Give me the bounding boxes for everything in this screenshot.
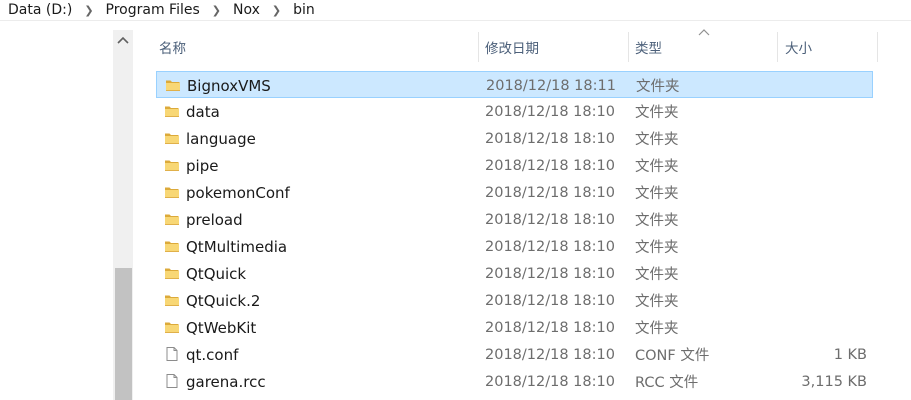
file-date-modified: 2018/12/18 18:10 xyxy=(485,292,615,309)
chevron-up-icon xyxy=(117,36,129,44)
folder-icon xyxy=(164,130,180,146)
file-name: QtWebKit xyxy=(186,318,257,337)
file-date-modified: 2018/12/18 18:10 xyxy=(485,373,615,390)
file-type: 文件夹 xyxy=(635,321,679,337)
column-header-date[interactable]: 修改日期 xyxy=(485,30,539,64)
folder-icon xyxy=(164,157,180,173)
file-list-row[interactable]: language 2018/12/18 18:10 文件夹 xyxy=(156,125,873,152)
breadcrumb-divider xyxy=(0,20,911,21)
file-date-modified: 2018/12/18 18:11 xyxy=(486,77,616,94)
file-type: 文件夹 xyxy=(635,186,679,202)
file-name: QtQuick.2 xyxy=(186,291,261,310)
chevron-right-icon[interactable]: ❯ xyxy=(272,4,281,17)
column-divider[interactable] xyxy=(478,32,479,62)
file-date-modified: 2018/12/18 18:10 xyxy=(485,265,615,282)
column-divider[interactable] xyxy=(877,32,878,62)
file-list-row[interactable]: BignoxVMS 2018/12/18 18:11 文件夹 xyxy=(156,71,873,98)
file-date-modified: 2018/12/18 18:10 xyxy=(485,211,615,228)
file-list-row[interactable]: data 2018/12/18 18:10 文件夹 xyxy=(156,98,873,125)
breadcrumb-item-program-files[interactable]: Program Files xyxy=(106,2,200,18)
file-type: 文件夹 xyxy=(636,79,680,95)
file-type: CONF 文件 xyxy=(635,348,710,364)
sort-ascending-icon xyxy=(698,29,710,36)
file-size: 3,115 KB xyxy=(801,373,867,390)
file-type: 文件夹 xyxy=(635,294,679,310)
file-date-modified: 2018/12/18 18:10 xyxy=(485,184,615,201)
file-date-modified: 2018/12/18 18:10 xyxy=(485,103,615,120)
scroll-thumb[interactable] xyxy=(115,268,132,400)
file-name: QtQuick xyxy=(186,264,247,283)
chevron-right-icon[interactable]: ❯ xyxy=(212,4,221,17)
column-header-name[interactable]: 名称 xyxy=(159,30,186,64)
file-list-row[interactable]: garena.rcc 2018/12/18 18:10 RCC 文件 3,115 KB xyxy=(156,368,873,395)
file-list-row[interactable]: QtQuick 2018/12/18 18:10 文件夹 xyxy=(156,260,873,287)
folder-icon xyxy=(165,77,181,93)
file-type: 文件夹 xyxy=(635,240,679,256)
column-divider[interactable] xyxy=(628,32,629,62)
vertical-scrollbar[interactable] xyxy=(113,30,133,400)
file-type: 文件夹 xyxy=(635,213,679,229)
folder-icon xyxy=(164,319,180,335)
file-date-modified: 2018/12/18 18:10 xyxy=(485,238,615,255)
column-header-size[interactable]: 大小 xyxy=(785,30,812,64)
file-type: RCC 文件 xyxy=(635,375,699,391)
column-header-row: 名称 修改日期 类型 大小 xyxy=(150,29,878,64)
folder-icon xyxy=(164,211,180,227)
file-list-row[interactable]: pokemonConf 2018/12/18 18:10 文件夹 xyxy=(156,179,873,206)
file-date-modified: 2018/12/18 18:10 xyxy=(485,319,615,336)
file-name: preload xyxy=(186,210,243,229)
file-date-modified: 2018/12/18 18:10 xyxy=(485,157,615,174)
file-name: BignoxVMS xyxy=(187,76,271,95)
folder-icon xyxy=(164,184,180,200)
file-icon xyxy=(164,373,180,389)
file-list-row[interactable]: pipe 2018/12/18 18:10 文件夹 xyxy=(156,152,873,179)
file-name: pokemonConf xyxy=(186,183,290,202)
breadcrumb: Data (D:) ❯ Program Files ❯ Nox ❯ bin xyxy=(0,0,911,20)
file-date-modified: 2018/12/18 18:10 xyxy=(485,346,615,363)
file-name: QtMultimedia xyxy=(186,237,288,256)
file-list-row[interactable]: QtMultimedia 2018/12/18 18:10 文件夹 xyxy=(156,233,873,260)
folder-icon xyxy=(164,103,180,119)
column-header-type[interactable]: 类型 xyxy=(635,30,662,64)
file-list-row[interactable]: qt.conf 2018/12/18 18:10 CONF 文件 1 KB xyxy=(156,341,873,368)
file-size: 1 KB xyxy=(833,346,867,363)
breadcrumb-item-bin[interactable]: bin xyxy=(293,2,315,18)
breadcrumb-item-drive[interactable]: Data (D:) xyxy=(8,2,72,18)
file-type: 文件夹 xyxy=(635,105,679,121)
breadcrumb-item-nox[interactable]: Nox xyxy=(233,2,260,18)
file-list-row[interactable]: preload 2018/12/18 18:10 文件夹 xyxy=(156,206,873,233)
folder-icon xyxy=(164,265,180,281)
file-name: pipe xyxy=(186,156,219,175)
file-type: 文件夹 xyxy=(635,267,679,283)
file-name: garena.rcc xyxy=(186,372,266,391)
scroll-up-button[interactable] xyxy=(113,30,133,50)
file-type: 文件夹 xyxy=(635,159,679,175)
chevron-right-icon[interactable]: ❯ xyxy=(84,4,93,17)
file-icon xyxy=(164,346,180,362)
file-name: qt.conf xyxy=(186,345,239,364)
folder-icon xyxy=(164,238,180,254)
file-type: 文件夹 xyxy=(635,132,679,148)
column-divider[interactable] xyxy=(777,32,778,62)
file-date-modified: 2018/12/18 18:10 xyxy=(485,130,615,147)
file-list-row[interactable]: QtQuick.2 2018/12/18 18:10 文件夹 xyxy=(156,287,873,314)
folder-icon xyxy=(164,292,180,308)
file-name: language xyxy=(186,129,256,148)
file-list-row[interactable]: QtWebKit 2018/12/18 18:10 文件夹 xyxy=(156,314,873,341)
file-name: data xyxy=(186,102,220,121)
